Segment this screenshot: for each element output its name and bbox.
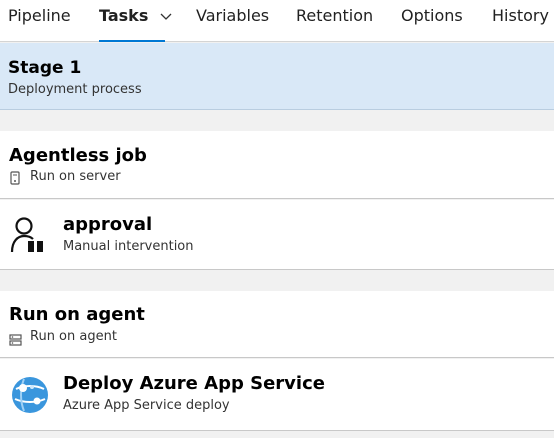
azure-app-service-icon bbox=[10, 375, 50, 419]
tab-variables[interactable]: Variables bbox=[196, 0, 269, 42]
pipeline-tabs: Pipeline Tasks Variables Retention Optio… bbox=[0, 0, 554, 42]
tab-variables-label: Variables bbox=[196, 6, 270, 25]
job-title: Agentless job bbox=[9, 145, 147, 166]
active-tab-indicator bbox=[99, 40, 165, 42]
job-run-on-agent[interactable]: Run on agent Run on agent bbox=[0, 291, 554, 358]
tab-tasks[interactable]: Tasks bbox=[99, 0, 172, 42]
server-icon bbox=[9, 170, 21, 189]
tab-options[interactable]: Options bbox=[401, 0, 463, 42]
job-subtitle: Run on agent bbox=[30, 329, 117, 344]
task-title: approval bbox=[63, 214, 153, 235]
tab-retention[interactable]: Retention bbox=[296, 0, 373, 42]
task-title: Deploy Azure App Service bbox=[63, 373, 325, 394]
tab-history-label: History bbox=[492, 6, 549, 25]
tab-history[interactable]: History bbox=[492, 0, 549, 42]
task-approval[interactable]: approval Manual intervention bbox=[0, 200, 554, 270]
tab-retention-label: Retention bbox=[296, 6, 374, 25]
tab-tasks-label: Tasks bbox=[99, 6, 149, 25]
tab-pipeline-label: Pipeline bbox=[8, 6, 71, 25]
agent-icon bbox=[9, 331, 22, 350]
job-subtitle: Run on server bbox=[30, 169, 121, 184]
manual-intervention-icon bbox=[10, 217, 48, 259]
job-agentless[interactable]: Agentless job Run on server bbox=[0, 131, 554, 199]
task-deploy-azure-app-service[interactable]: Deploy Azure App Service Azure App Servi… bbox=[0, 359, 554, 431]
stage-subtitle: Deployment process bbox=[8, 82, 142, 97]
tab-options-label: Options bbox=[401, 6, 463, 25]
stage-header[interactable]: Stage 1 Deployment process bbox=[0, 43, 554, 110]
job-title: Run on agent bbox=[9, 304, 145, 325]
task-subtitle: Manual intervention bbox=[63, 239, 194, 254]
stage-title: Stage 1 bbox=[8, 58, 82, 78]
chevron-down-icon bbox=[160, 0, 172, 32]
task-subtitle: Azure App Service deploy bbox=[63, 398, 230, 413]
tab-pipeline[interactable]: Pipeline bbox=[8, 0, 71, 42]
